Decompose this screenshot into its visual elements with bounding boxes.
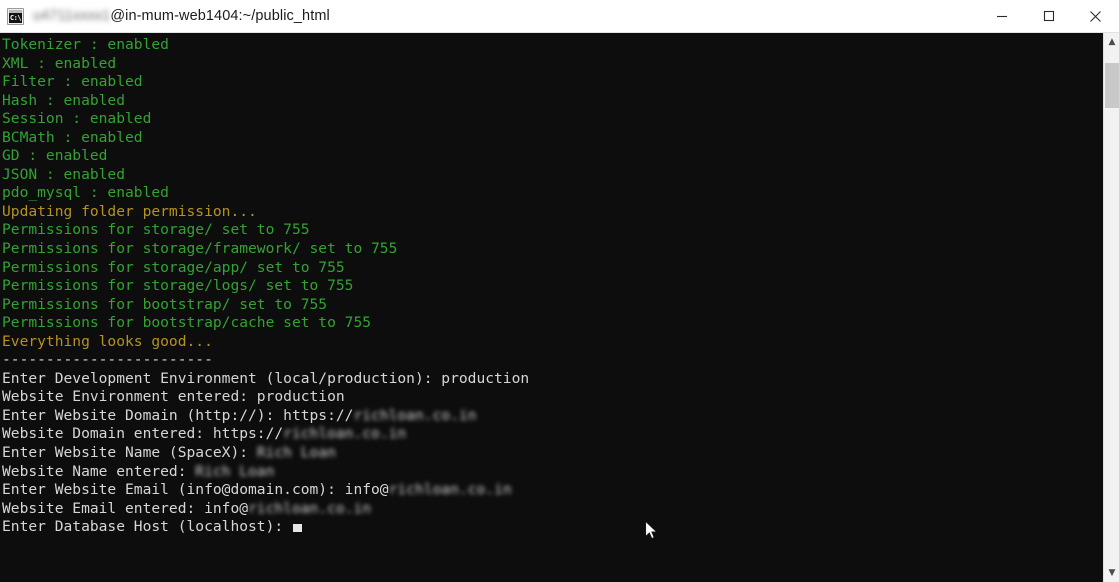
terminal-line-text: Enter Website Domain (http://): https:// — [2, 406, 354, 424]
terminal-line: Website Environment entered: production — [2, 388, 1103, 407]
terminal-line: Enter Database Host (localhost): — [2, 518, 1103, 537]
terminal-line: Filter : enabled — [2, 73, 1103, 92]
terminal-line-text: ------------------------ — [2, 351, 213, 369]
terminal-line: Website Name entered: Rich Loan — [2, 463, 1103, 482]
terminal-line: Session : enabled — [2, 110, 1103, 129]
terminal-icon: C:\ — [7, 7, 24, 25]
terminal-line-text: Updating folder permission... — [2, 202, 257, 220]
terminal-line-redacted-value: richloan.co.in — [388, 481, 512, 499]
terminal-output[interactable]: Tokenizer : enabled XML : enabled Filter :… — [0, 33, 1103, 582]
terminal-line-text: Permissions for storage/framework/ set t… — [2, 240, 398, 258]
terminal-line: Hash : enabled — [2, 92, 1103, 111]
terminal-line: Updating folder permission... — [2, 203, 1103, 222]
terminal-line-text: Everything looks good... — [2, 332, 213, 350]
scrollbar-track[interactable] — [1104, 51, 1119, 564]
terminal-line-redacted-value: richloan.co.in — [353, 406, 477, 424]
terminal-line-text: Tokenizer : enabled — [2, 36, 169, 53]
terminal-line: BCMath : enabled — [2, 129, 1103, 148]
terminal-line-redacted-value: Rich Loan — [195, 462, 275, 480]
terminal-line: Permissions for bootstrap/cache set to 7… — [2, 314, 1103, 333]
terminal-line: Permissions for storage/logs/ set to 755 — [2, 277, 1103, 296]
terminal-line-text: Permissions for storage/app/ set to 755 — [2, 258, 345, 276]
terminal-line: Enter Website Domain (http://): https://… — [2, 407, 1103, 426]
scroll-down-arrow-icon[interactable]: ▼ — [1104, 564, 1119, 582]
terminal-line: Everything looks good... — [2, 333, 1103, 352]
terminal-icon-glyph: C:\ — [9, 13, 22, 22]
terminal-line: Enter Website Name (SpaceX): Rich Loan — [2, 444, 1103, 463]
terminal-line-text: XML : enabled — [2, 54, 117, 72]
terminal-line: pdo_mysql : enabled — [2, 184, 1103, 203]
terminal-line-text: JSON : enabled — [2, 165, 126, 183]
terminal-line-text: Enter Development Environment (local/pro… — [2, 369, 530, 387]
terminal-line-text: Enter Database Host (localhost): — [2, 518, 292, 536]
terminal-line: JSON : enabled — [2, 166, 1103, 185]
terminal-line-text: Website Environment entered: production — [2, 388, 345, 406]
close-button[interactable] — [1072, 0, 1119, 33]
terminal-line: Website Email entered: info@richloan.co.… — [2, 500, 1103, 519]
terminal-line-text: Permissions for storage/ set to 755 — [2, 221, 310, 239]
terminal-line-text: Permissions for bootstrap/ set to 755 — [2, 295, 328, 313]
window-controls — [978, 0, 1119, 33]
terminal-line-text: Enter Website Email (info@domain.com): i… — [2, 481, 389, 499]
terminal-line-text: Hash : enabled — [2, 91, 126, 109]
terminal-line-text: Website Name entered: — [2, 462, 196, 480]
maximize-button[interactable] — [1025, 0, 1072, 33]
terminal-line-text: Enter Website Name (SpaceX): — [2, 444, 257, 462]
terminal-line-text: Website Email entered: info@ — [2, 499, 249, 517]
terminal-line-redacted-value: Rich Loan — [256, 444, 336, 462]
vertical-scrollbar[interactable]: ▲ ▼ — [1103, 33, 1119, 582]
terminal-line: Permissions for storage/framework/ set t… — [2, 240, 1103, 259]
terminal-cursor — [292, 524, 302, 533]
terminal-line-text: Permissions for bootstrap/cache set to 7… — [2, 314, 372, 332]
terminal-line: Permissions for storage/app/ set to 755 — [2, 259, 1103, 278]
terminal-line: Enter Website Email (info@domain.com): i… — [2, 481, 1103, 500]
terminal-line: Website Domain entered: https://richloan… — [2, 425, 1103, 444]
terminal-line-text: Permissions for storage/logs/ set to 755 — [2, 277, 354, 295]
terminal-line-text: pdo_mysql : enabled — [2, 184, 169, 202]
terminal-line-text: Website Domain entered: https:// — [2, 425, 284, 443]
scrollbar-thumb[interactable] — [1105, 63, 1119, 108]
terminal-line-redacted-value: richloan.co.in — [283, 425, 407, 443]
minimize-button[interactable] — [978, 0, 1025, 33]
terminal-line-redacted-value: richloan.co.in — [248, 499, 372, 517]
window-title-redacted-user: u4711xxxx1 — [33, 8, 111, 24]
title-bar: C:\ u4711xxxx1@in-mum-web1404:~/public_h… — [0, 0, 1119, 33]
terminal-line-text: Session : enabled — [2, 110, 152, 128]
terminal-line-text: GD : enabled — [2, 147, 108, 165]
terminal-window: C:\ u4711xxxx1@in-mum-web1404:~/public_h… — [0, 0, 1119, 582]
terminal-line: ------------------------ — [2, 351, 1103, 370]
terminal-line: Enter Development Environment (local/pro… — [2, 370, 1103, 389]
terminal-line: Tokenizer : enabled — [2, 36, 1103, 55]
terminal-line: Permissions for bootstrap/ set to 755 — [2, 296, 1103, 315]
window-title-host-path: @in-mum-web1404:~/public_html — [110, 8, 330, 24]
window-title: u4711xxxx1@in-mum-web1404:~/public_html — [33, 8, 330, 24]
terminal-line-text: BCMath : enabled — [2, 128, 143, 146]
terminal-line-text: Filter : enabled — [2, 73, 143, 91]
terminal-line: Permissions for storage/ set to 755 — [2, 221, 1103, 240]
terminal-line: GD : enabled — [2, 147, 1103, 166]
scroll-up-arrow-icon[interactable]: ▲ — [1104, 33, 1119, 51]
terminal-line: XML : enabled — [2, 55, 1103, 74]
